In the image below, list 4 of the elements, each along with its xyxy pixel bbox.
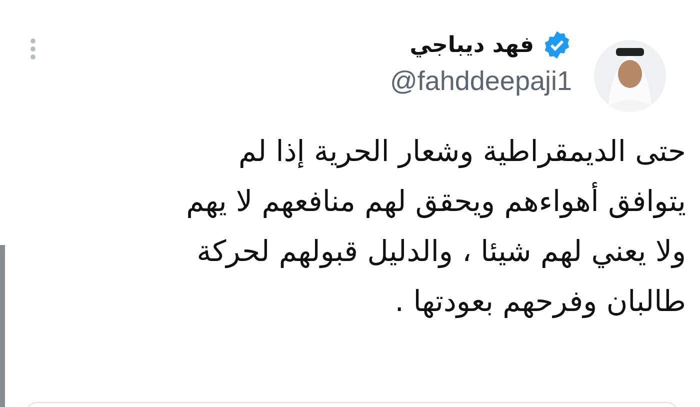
author-name: فهد ديباجي (410, 32, 534, 58)
tweet-text: حتى الديمقراطية وشعار الحرية إذا لم يتوافق أهواءهم ويحقق لهم منافعهم لا يهم ولا يعني لهم شيئا ، والدليل قبولهم لحركة طالبان وفرحهم بعودتها . (185, 133, 687, 320)
more-options-icon[interactable] (30, 38, 36, 60)
user-handle[interactable]: @fahddeepaji1 (390, 66, 572, 97)
